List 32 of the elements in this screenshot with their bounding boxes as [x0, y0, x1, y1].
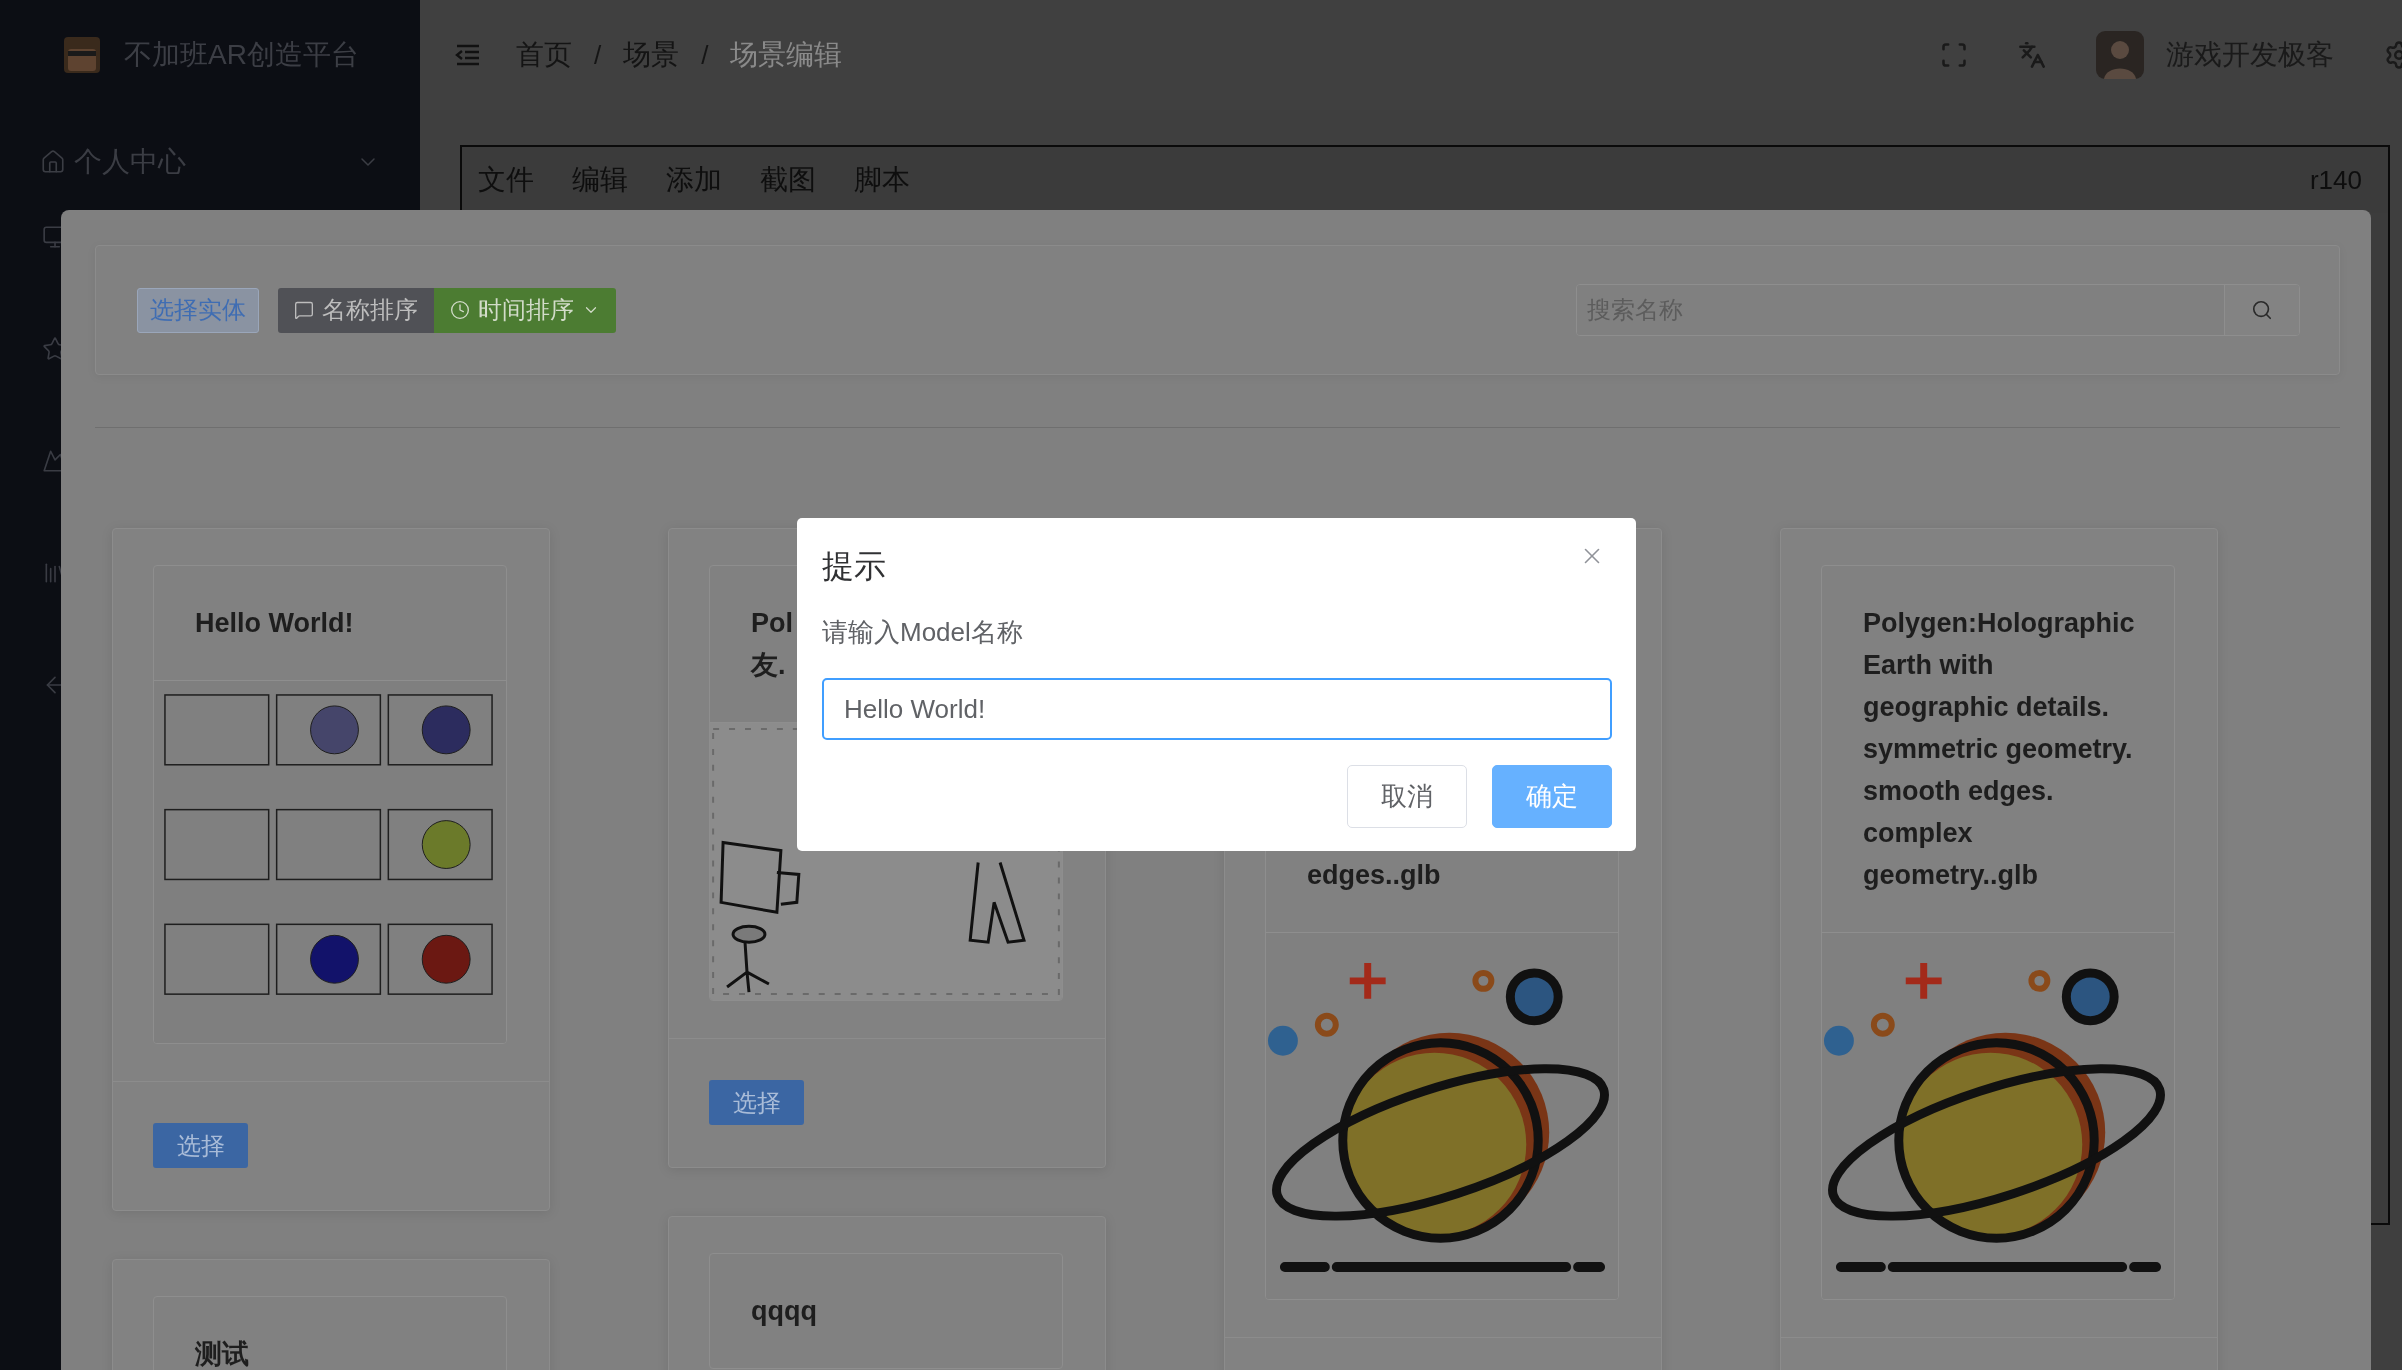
star-icon[interactable] [42, 336, 61, 362]
confirm-button[interactable]: 确定 [1492, 765, 1612, 828]
card-title: 测试 [195, 1338, 249, 1370]
translate-icon[interactable] [2018, 41, 2046, 69]
clock-icon [450, 300, 470, 320]
sort-button[interactable]: 名称排序 [278, 287, 434, 333]
chat-icon [294, 300, 314, 320]
search-icon [2251, 299, 2273, 321]
card-title: qqqq [751, 1295, 817, 1328]
dialog-message: 请输入Model名称 [822, 616, 1024, 649]
search-button[interactable] [2224, 285, 2299, 335]
dialog-title: 提示 [822, 547, 886, 586]
fullscreen-icon[interactable] [1940, 41, 1968, 69]
name-input-field[interactable]: Hello World! [822, 678, 1612, 740]
cancel-button[interactable]: 取消 [1347, 765, 1467, 828]
choose-button[interactable]: 选择 [709, 1080, 804, 1125]
card-title: Pol 友. [751, 607, 793, 682]
choose-button[interactable]: 选择 [153, 1123, 248, 1168]
card-title: Polygen:Holographic Earth with geographic details. symmetric geometry. smooth edges. complex geometry..glb [1863, 607, 2135, 892]
logo-icon [62, 35, 102, 75]
home-icon [40, 149, 66, 175]
monitor-icon[interactable] [42, 224, 61, 250]
breadcrumb-separator: / [701, 39, 709, 71]
card-title: edges..glb [1307, 859, 1441, 892]
sort-button[interactable]: 时间排序 [434, 287, 616, 333]
breadcrumb-item: 场景编辑 [730, 38, 843, 72]
breadcrumb-separator: / [594, 39, 602, 71]
card-title: Hello World! [195, 607, 354, 640]
avatar[interactable] [2096, 31, 2144, 79]
menu-fold-icon[interactable] [455, 44, 481, 66]
select-entity-button[interactable]: 选择实体 [137, 287, 259, 333]
mountain-icon[interactable] [42, 448, 61, 474]
